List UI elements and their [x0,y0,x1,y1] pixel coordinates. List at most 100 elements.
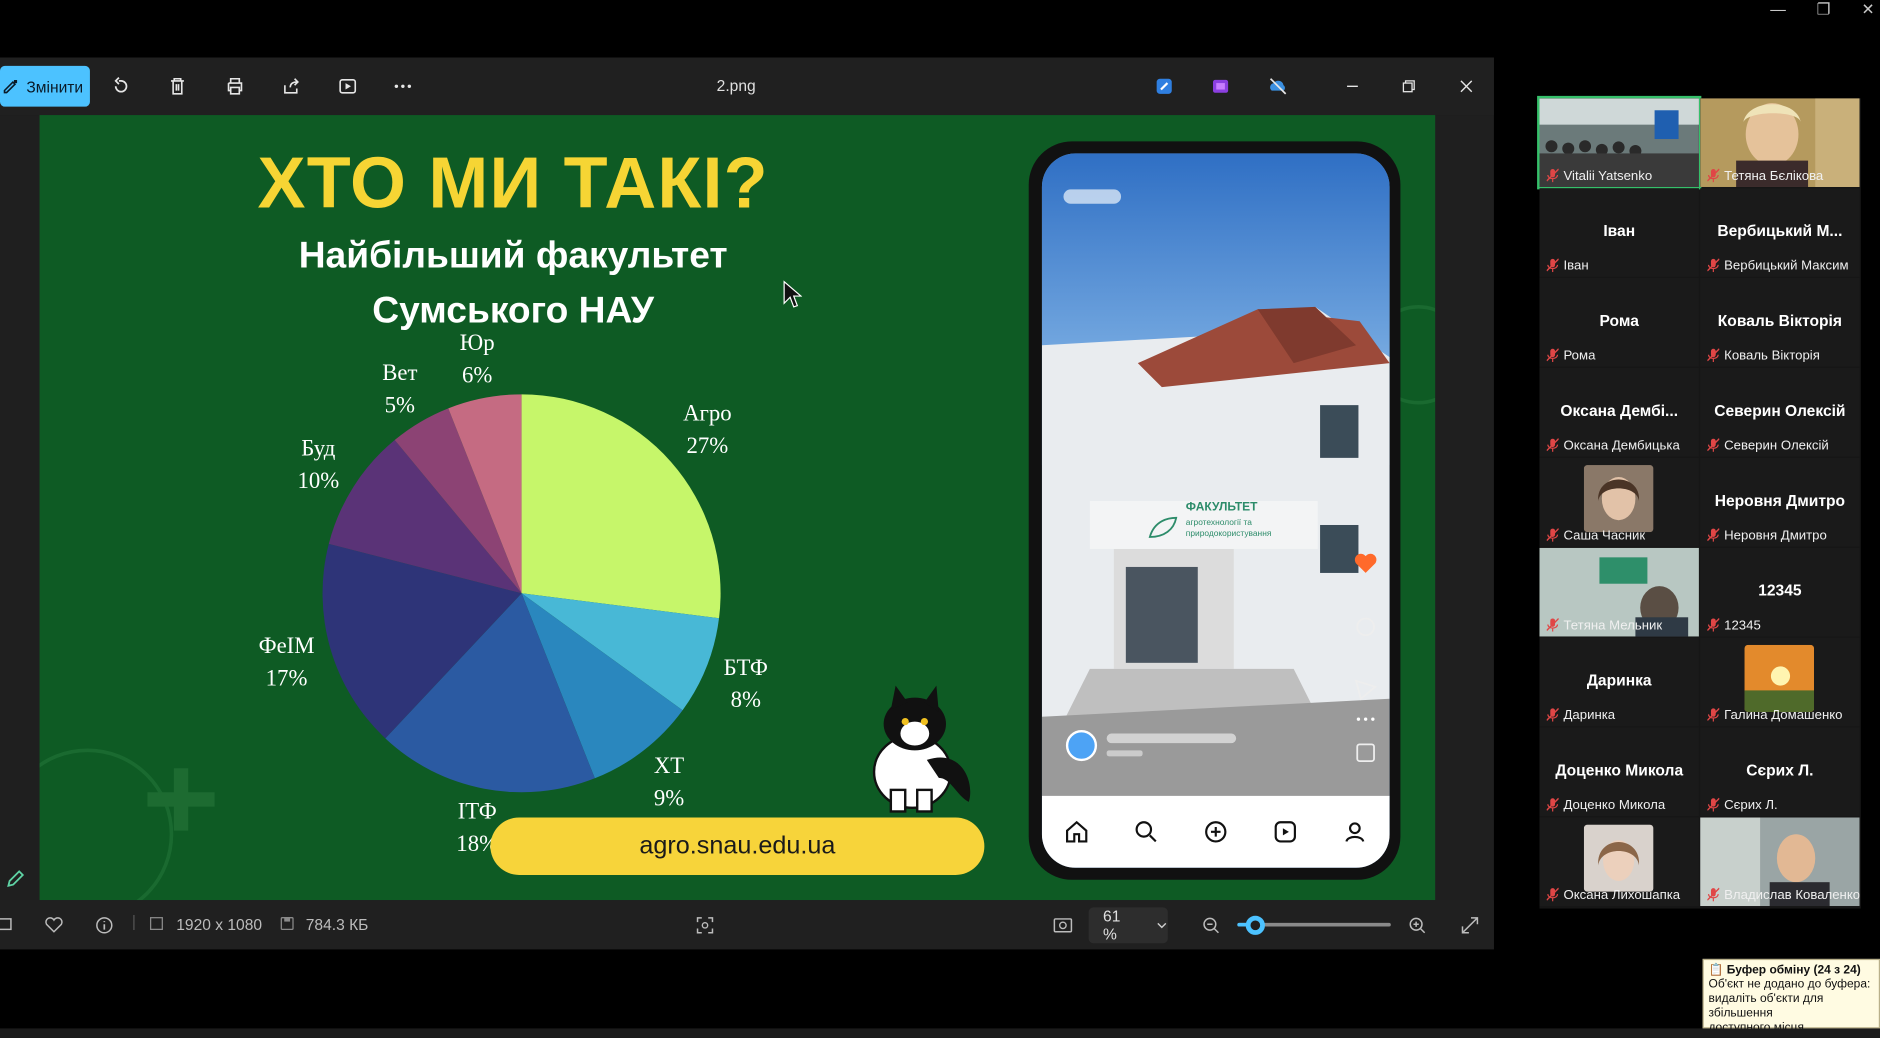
outer-minimize-button[interactable]: — [1766,0,1790,18]
onedrive-off-icon[interactable] [1266,74,1290,98]
participant-name-large: Северин Олексій [1714,401,1846,420]
participant-tile[interactable]: Вербицький М... Вербицький Максим [1700,188,1860,277]
image-dimensions: 1920 x 1080 [176,915,263,934]
restore-button[interactable] [1397,74,1421,98]
avatar [1744,644,1815,712]
participant-tile[interactable]: Оксана Лихошапка [1539,817,1699,907]
fit-to-window-icon[interactable] [695,916,714,939]
participant-name: Неровня Дмитро [1724,528,1827,543]
rotate-icon[interactable] [109,74,133,98]
home-icon [1063,819,1089,845]
favorite-icon[interactable] [44,916,63,939]
participant-tile[interactable]: Неровня Дмитро Неровня Дмитро [1700,457,1860,547]
mic-muted-icon [1546,438,1559,452]
mic-muted-icon [1707,348,1720,362]
mic-muted-icon [1707,528,1720,542]
participant-name-large: Оксана Дембі... [1560,401,1679,420]
participant-tile[interactable]: Vitalii Yatsenko [1537,95,1702,190]
sign-subtitle-line2: природокористування [1185,529,1272,539]
clipboard-icon: 📋 [1708,963,1724,977]
mic-muted-icon [1546,887,1559,902]
participant-tile[interactable]: Саша Часник [1539,457,1699,547]
participant-name: Іван [1563,258,1589,274]
sign-title: ФАКУЛЬТЕТ [1185,501,1258,515]
mic-muted-icon [1707,258,1720,273]
participant-tile[interactable]: Сєрих Л. Сєрих Л. [1700,727,1860,817]
participant-name: Сєрих Л. [1724,798,1778,813]
participant-name: Северин Олексій [1724,438,1829,454]
participant-tile[interactable]: Тетяна Бєлікова [1700,98,1860,187]
mic-muted-icon [1707,797,1720,812]
participants-panel: Vitalii Yatsenko Тетяна Бєлікова Іван Іван В… [1537,95,1861,909]
participant-tile[interactable]: Северин Олексій Северин Олексій [1700,367,1860,457]
clipboard-notification[interactable]: 📋 Буфер обміну (24 з 24) Об'єкт не додан… [1702,958,1880,1034]
participant-name: Vitalii Yatsenko [1563,169,1653,184]
actual-size-icon[interactable] [1053,916,1073,939]
print-icon[interactable] [223,74,247,98]
zoom-out-icon[interactable] [1201,916,1220,939]
zoom-dropdown[interactable]: 61 % [1088,907,1168,944]
pie-label-btf: БТФ 8% [706,652,785,717]
zoom-value: 61 % [1103,907,1121,944]
participant-name-large: Доценко Микола [1555,761,1684,780]
clipchamp-icon[interactable] [1209,74,1233,98]
pie-label-pct: 17% [265,666,308,692]
clipboard-body-line2: видаліть об'єкти для збільшення [1708,992,1824,1021]
participant-tile[interactable]: Коваль Вікторія Коваль Вікторія [1700,278,1860,367]
outer-restore-button[interactable]: ❐ [1812,0,1836,19]
phone-screen: ФАКУЛЬТЕТ агротехнології та природокорис… [1041,153,1390,868]
participant-name-large: Даринка [1586,671,1652,690]
draw-pen-icon[interactable] [5,868,27,890]
minimize-button[interactable] [1340,74,1364,98]
participant-name: Галина Домашенко [1724,708,1843,723]
participant-name-large: Іван [1603,221,1636,240]
outer-close-button[interactable]: ✕ [1856,0,1880,19]
close-button[interactable] [1454,74,1478,98]
info-icon[interactable] [95,916,114,939]
pie-label-name: Буд [301,436,336,462]
slideshow-icon[interactable] [336,74,360,98]
mic-muted-icon [1707,707,1720,722]
designer-icon[interactable] [1152,74,1176,98]
participant-tile[interactable]: Галина Домашенко [1700,637,1860,727]
url-pill: agro.snau.edu.ua [490,817,985,875]
sign-subtitle-line1: агротехнології та [1185,518,1252,528]
participant-tile[interactable]: Даринка Даринка [1539,637,1699,727]
delete-icon[interactable] [165,74,189,98]
participant-name: Вербицький Максим [1724,258,1849,274]
participant-name: Тетяна Мельник [1563,618,1663,633]
edit-icon [2,78,19,95]
building-sign: ФАКУЛЬТЕТ агротехнології та природокорис… [1090,501,1318,549]
mic-muted-icon [1546,168,1559,183]
more-icon[interactable] [391,74,415,98]
participant-tile[interactable]: 12345 12345 [1700,547,1860,637]
participant-tile[interactable]: Владислав Коваленко [1700,817,1860,907]
pie-label-ht: ХТ 9% [633,750,705,815]
fullscreen-icon[interactable] [1460,916,1479,939]
participant-name: Оксана Лихошапка [1563,888,1681,903]
clipboard-title: 📋 Буфер обміну (24 з 24) [1709,964,1874,978]
participant-tile[interactable]: Оксана Дембі... Оксана Дембицька [1539,367,1699,457]
participant-tile[interactable]: Рома Рома [1539,278,1699,367]
avatar [1583,824,1654,892]
slide-image: ХТО МИ ТАКІ? Найбільший факультет Сумськ… [39,115,1436,901]
sign-subtitle: агротехнології та природокористування [1186,518,1272,540]
mic-muted-icon [1546,528,1559,542]
add-icon [1203,819,1229,845]
pie-label-agro: Агро 27% [665,398,749,463]
pie-label-pct: 10% [297,468,340,494]
participant-tile[interactable]: Доценко Микола Доценко Микола [1539,727,1699,817]
participant-tile[interactable]: Тетяна Мельник [1539,547,1699,637]
share-icon[interactable] [279,74,303,98]
zoom-slider-thumb[interactable] [1246,915,1266,935]
leaf-logo-icon [1148,516,1178,538]
participant-tile[interactable]: Іван Іван [1539,188,1699,277]
edit-button[interactable]: Змінити [0,65,90,107]
filmstrip-icon[interactable] [0,916,12,936]
zoom-slider[interactable] [1237,915,1391,935]
mic-muted-icon [1546,348,1559,362]
pie-label-name: Агро [683,401,732,427]
zoom-in-icon[interactable] [1408,916,1427,939]
mic-muted-icon [1707,438,1720,452]
viewer-status-bar: | 1920 x 1080 784.3 КБ 61 % [0,900,1494,950]
